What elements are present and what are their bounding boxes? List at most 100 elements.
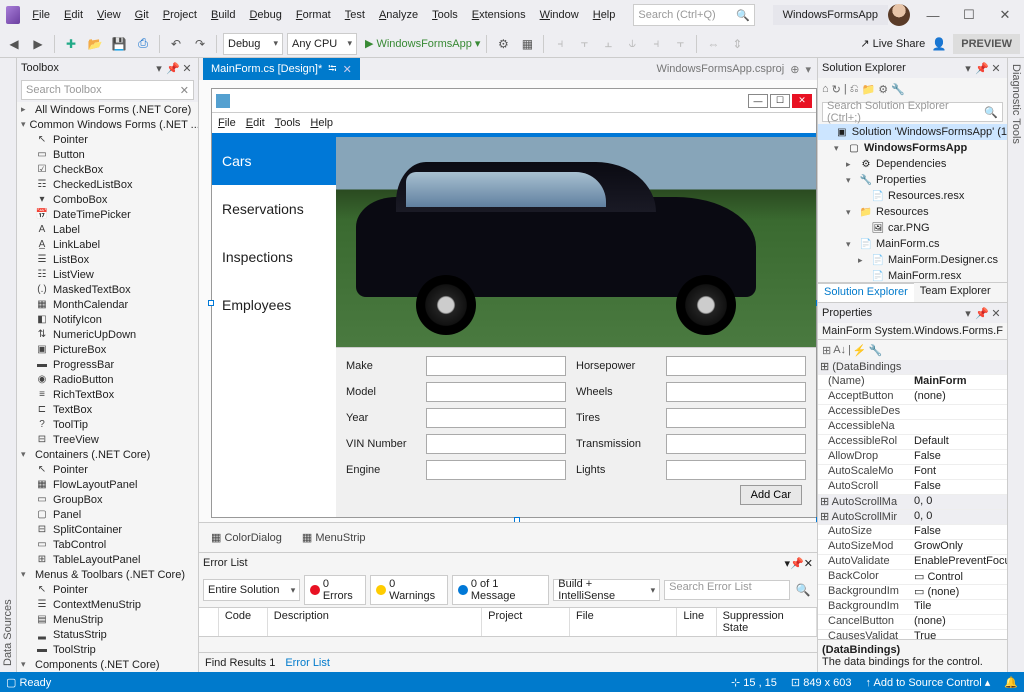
toolbox-item[interactable]: ?ToolTip: [17, 417, 198, 432]
error-col-header[interactable]: Project: [482, 608, 570, 636]
toolbox-item[interactable]: ▭TabControl: [17, 537, 198, 552]
align-icon[interactable]: ⫟: [574, 34, 594, 54]
tab-find-results[interactable]: Find Results 1: [205, 657, 275, 669]
solution-search-input[interactable]: Search Solution Explorer (Ctrl+;)🔍: [822, 102, 1003, 122]
toolbox-item[interactable]: ▤MenuStrip: [17, 612, 198, 627]
toolbox-item[interactable]: ☑CheckBox: [17, 162, 198, 177]
property-row[interactable]: AutoSizeFalse: [818, 525, 1007, 540]
align-icon[interactable]: ⫞: [646, 34, 666, 54]
property-row[interactable]: AutoScrollFalse: [818, 480, 1007, 495]
dropdown-icon[interactable]: ▾: [805, 63, 811, 76]
field-input-engine[interactable]: [426, 460, 566, 480]
live-share-button[interactable]: ↗ Live Share: [860, 37, 925, 50]
property-row[interactable]: BackgroundImTile: [818, 600, 1007, 615]
field-input-year[interactable]: [426, 408, 566, 428]
toolbox-group[interactable]: ▾Common Windows Forms (.NET ...: [17, 117, 198, 132]
side-tab-diagnostic-tools[interactable]: Diagnostic Tools: [1007, 58, 1024, 672]
property-row[interactable]: BackgroundIm▭ (none): [818, 585, 1007, 600]
toolbox-group[interactable]: ▾Menus & Toolbars (.NET Core): [17, 567, 198, 582]
toolbox-item[interactable]: (.)MaskedTextBox: [17, 282, 198, 297]
messages-filter[interactable]: 0 of 1 Message: [452, 575, 549, 605]
solution-tree-item[interactable]: ▾🔧Properties: [818, 172, 1007, 188]
field-input-vin-number[interactable]: [426, 434, 566, 454]
user-avatar[interactable]: [888, 4, 910, 26]
form-max-button[interactable]: ☐: [770, 94, 790, 108]
toolbox-item[interactable]: ↖Pointer: [17, 462, 198, 477]
undo-icon[interactable]: ↶: [166, 34, 186, 54]
field-input-horsepower[interactable]: [666, 356, 806, 376]
close-icon[interactable]: ✕: [804, 557, 813, 570]
property-row[interactable]: BackColor▭ Control: [818, 570, 1007, 585]
property-row[interactable]: AccessibleNa: [818, 420, 1007, 435]
pin-icon[interactable]: ⭾: [328, 60, 336, 79]
toolbox-item[interactable]: ▂StatusStrip: [17, 627, 198, 642]
pin-icon[interactable]: 📌: [975, 307, 989, 320]
toolbox-item[interactable]: ⊞TableLayoutPanel: [17, 552, 198, 567]
menu-edit[interactable]: Edit: [58, 5, 89, 25]
toolbox-item[interactable]: ▭Button: [17, 147, 198, 162]
tool-icon[interactable]: 📁: [862, 83, 876, 96]
side-tab-data-sources[interactable]: Data Sources: [0, 58, 17, 672]
toolbox-group[interactable]: ▸All Windows Forms (.NET Core): [17, 102, 198, 117]
tab-solution-explorer[interactable]: Solution Explorer: [818, 283, 914, 302]
spacing-icon[interactable]: ⇔: [703, 34, 723, 54]
alpha-icon[interactable]: A↓: [833, 344, 846, 356]
close-icon[interactable]: ✕: [180, 62, 194, 75]
error-col-header[interactable]: Suppression State: [717, 608, 817, 636]
toolbox-item[interactable]: ☷ListView: [17, 267, 198, 282]
property-row[interactable]: AllowDropFalse: [818, 450, 1007, 465]
property-row[interactable]: CausesValidatTrue: [818, 630, 1007, 639]
align-icon[interactable]: ⫞: [550, 34, 570, 54]
toolbox-item[interactable]: ▭GroupBox: [17, 492, 198, 507]
form-close-button[interactable]: ✕: [792, 94, 812, 108]
warnings-filter[interactable]: 0 Warnings: [370, 575, 448, 605]
tool-icon[interactable]: ▦: [517, 34, 537, 54]
save-all-icon[interactable]: ⎙: [133, 34, 153, 54]
toolbox-item[interactable]: ☰ContextMenuStrip: [17, 597, 198, 612]
menu-tools[interactable]: Tools: [426, 5, 464, 25]
field-input-lights[interactable]: [666, 460, 806, 480]
tray-component[interactable]: ▦ ColorDialog: [211, 531, 282, 544]
error-col-header[interactable]: Description: [268, 608, 482, 636]
toolbox-item[interactable]: ▾ComboBox: [17, 192, 198, 207]
menu-file[interactable]: File: [26, 5, 56, 25]
menu-window[interactable]: Window: [534, 5, 585, 25]
minimize-button[interactable]: —: [920, 8, 946, 23]
toolbox-item[interactable]: ▦MonthCalendar: [17, 297, 198, 312]
tool-icon[interactable]: ⎌: [850, 83, 859, 96]
property-row[interactable]: AutoSizeModGrowOnly: [818, 540, 1007, 555]
nav-fwd-icon[interactable]: ▶: [28, 34, 48, 54]
close-icon[interactable]: ✕: [989, 307, 1003, 320]
toolbox-item[interactable]: ◧NotifyIcon: [17, 312, 198, 327]
align-icon[interactable]: ⫠: [598, 34, 618, 54]
field-input-make[interactable]: [426, 356, 566, 376]
pin-icon[interactable]: 📌: [975, 62, 989, 75]
solution-tree-item[interactable]: 📄Resources.resx: [818, 188, 1007, 204]
property-row[interactable]: AutoScaleMoFont: [818, 465, 1007, 480]
tool-icon[interactable]: 🔧: [869, 344, 883, 357]
toolbox-item[interactable]: ◉RadioButton: [17, 372, 198, 387]
menu-analyze[interactable]: Analyze: [373, 5, 424, 25]
toolbox-group[interactable]: ▾Components (.NET Core): [17, 657, 198, 672]
toolbox-item[interactable]: ALabel: [17, 222, 198, 237]
toolbox-item[interactable]: ↖Pointer: [17, 132, 198, 147]
save-icon[interactable]: 💾: [109, 34, 129, 54]
toolbox-item[interactable]: ↖Pointer: [17, 582, 198, 597]
source-control-button[interactable]: ↑ Add to Source Control ▴: [866, 676, 991, 689]
form-menustrip[interactable]: FileEditToolsHelp: [212, 113, 816, 133]
nav-item-inspections[interactable]: Inspections: [212, 233, 336, 281]
spacing-icon[interactable]: ⇕: [727, 34, 747, 54]
toolbox-item[interactable]: ▣PictureBox: [17, 342, 198, 357]
feedback-icon[interactable]: 👤: [929, 34, 949, 54]
nav-back-icon[interactable]: ◀: [4, 34, 24, 54]
search-icon[interactable]: 🔍: [984, 106, 998, 119]
nav-item-reservations[interactable]: Reservations: [212, 185, 336, 233]
property-row[interactable]: CancelButton(none): [818, 615, 1007, 630]
maximize-button[interactable]: ☐: [956, 7, 982, 23]
solution-tree-item[interactable]: 📄MainForm.resx: [818, 268, 1007, 282]
properties-grid[interactable]: ⊞ (DataBindings(Name)MainFormAcceptButto…: [818, 360, 1007, 639]
pin-icon[interactable]: 📌: [166, 62, 180, 75]
solution-tree-item[interactable]: ▣Solution 'WindowsFormsApp' (1: [818, 124, 1007, 140]
toolbox-item[interactable]: ☶CheckedListBox: [17, 177, 198, 192]
tool-icon[interactable]: ↻: [832, 83, 841, 96]
